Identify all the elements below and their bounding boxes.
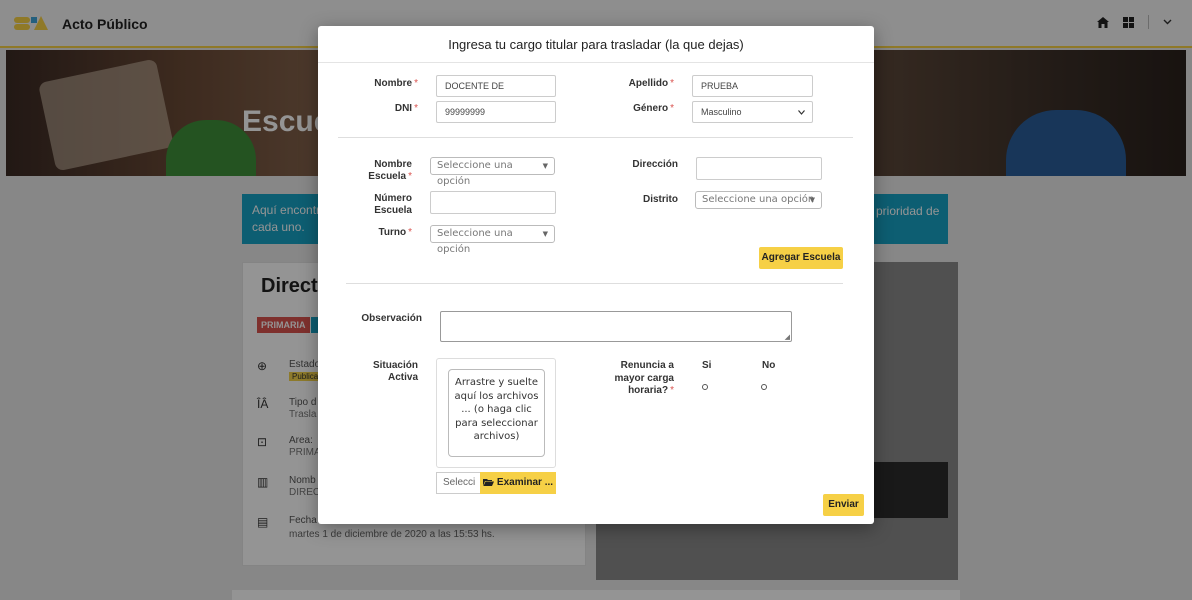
apellido-label: Apellido * (610, 78, 674, 90)
required-mark: * (670, 78, 674, 89)
label-text: DNI (394, 103, 413, 114)
genero-value: Masculino (701, 107, 742, 117)
renuncia-label: Renuncia a mayor carga horaria? * (600, 360, 674, 398)
select-placeholder: Seleccione una opción (702, 194, 815, 205)
distrito-select[interactable]: Seleccione una opción ▼ (695, 191, 822, 209)
dni-label: DNI * (360, 103, 418, 115)
required-mark: * (670, 385, 674, 396)
required-mark: * (670, 103, 674, 114)
label-text: Apellido (628, 78, 669, 89)
required-mark: * (408, 171, 412, 182)
distrito-label: Distrito (643, 194, 678, 205)
nombre-escuela-label: Nombre Escuela * (348, 159, 412, 183)
observacion-textarea[interactable]: ◢ (440, 311, 792, 342)
genero-label: Género * (610, 103, 674, 115)
renuncia-si-radio[interactable] (702, 384, 708, 390)
required-mark: * (408, 227, 412, 238)
nombre-input[interactable]: DOCENTE DE (436, 75, 556, 97)
resize-grip-icon[interactable]: ◢ (785, 333, 790, 341)
divider (338, 137, 853, 138)
label-text: Número (374, 193, 412, 204)
label-text: horaria? (628, 385, 669, 396)
label-text: Escuela (368, 171, 407, 182)
caret-down-icon: ▼ (542, 230, 548, 238)
caret-down-icon: ▼ (809, 196, 815, 204)
modal-title: Ingresa tu cargo titular para trasladar … (318, 26, 874, 63)
si-option-label: Si (702, 360, 712, 371)
folder-open-icon (482, 479, 494, 486)
genero-select[interactable]: Masculino (692, 101, 813, 123)
agregar-escuela-button[interactable]: Agregar Escuela (759, 247, 843, 269)
no-option-label: No (762, 360, 776, 371)
divider (346, 283, 843, 284)
numero-escuela-input[interactable] (430, 191, 556, 214)
renuncia-no-radio[interactable] (761, 384, 767, 390)
file-dropzone[interactable]: Arrastre y suelte aquí los archivos ... … (448, 369, 545, 457)
dni-input[interactable]: 99999999 (436, 101, 556, 123)
file-name-display[interactable]: Selecci (436, 472, 480, 494)
nombre-escuela-select[interactable]: Seleccione una opción ▼ (430, 157, 555, 187)
chevron-down-icon (798, 110, 805, 115)
select-placeholder: Seleccione una opción (437, 228, 513, 255)
label-text: Turno (378, 227, 407, 238)
examinar-label: Examinar ... (496, 477, 554, 488)
label-text: Escuela (374, 205, 412, 216)
traslado-modal: Ingresa tu cargo titular para trasladar … (318, 26, 874, 524)
caret-down-icon: ▼ (542, 162, 548, 170)
label-text: Renuncia a (620, 360, 674, 371)
turno-label: Turno * (348, 227, 413, 239)
label-text: Nombre (374, 159, 412, 170)
label-text: Situación (372, 360, 418, 371)
label-text: Género (633, 103, 669, 114)
nombre-label: Nombre * (360, 78, 418, 90)
required-mark: * (414, 78, 418, 89)
select-placeholder: Seleccione una opción (437, 160, 513, 187)
numero-escuela-label: Número Escuela (348, 193, 412, 217)
label-text: Activa (387, 372, 418, 383)
observacion-label: Observación (361, 313, 422, 324)
label-text: Nombre (374, 78, 413, 89)
turno-select[interactable]: Seleccione una opción ▼ (430, 225, 555, 255)
required-mark: * (414, 103, 418, 114)
examinar-button[interactable]: Examinar ... (480, 472, 556, 494)
apellido-input[interactable]: PRUEBA (692, 75, 813, 97)
direccion-input[interactable] (696, 157, 822, 180)
enviar-button[interactable]: Enviar (823, 494, 864, 516)
label-text: mayor carga (614, 372, 674, 384)
situacion-activa-label: Situación Activa (356, 360, 418, 384)
direccion-label: Dirección (632, 159, 678, 170)
